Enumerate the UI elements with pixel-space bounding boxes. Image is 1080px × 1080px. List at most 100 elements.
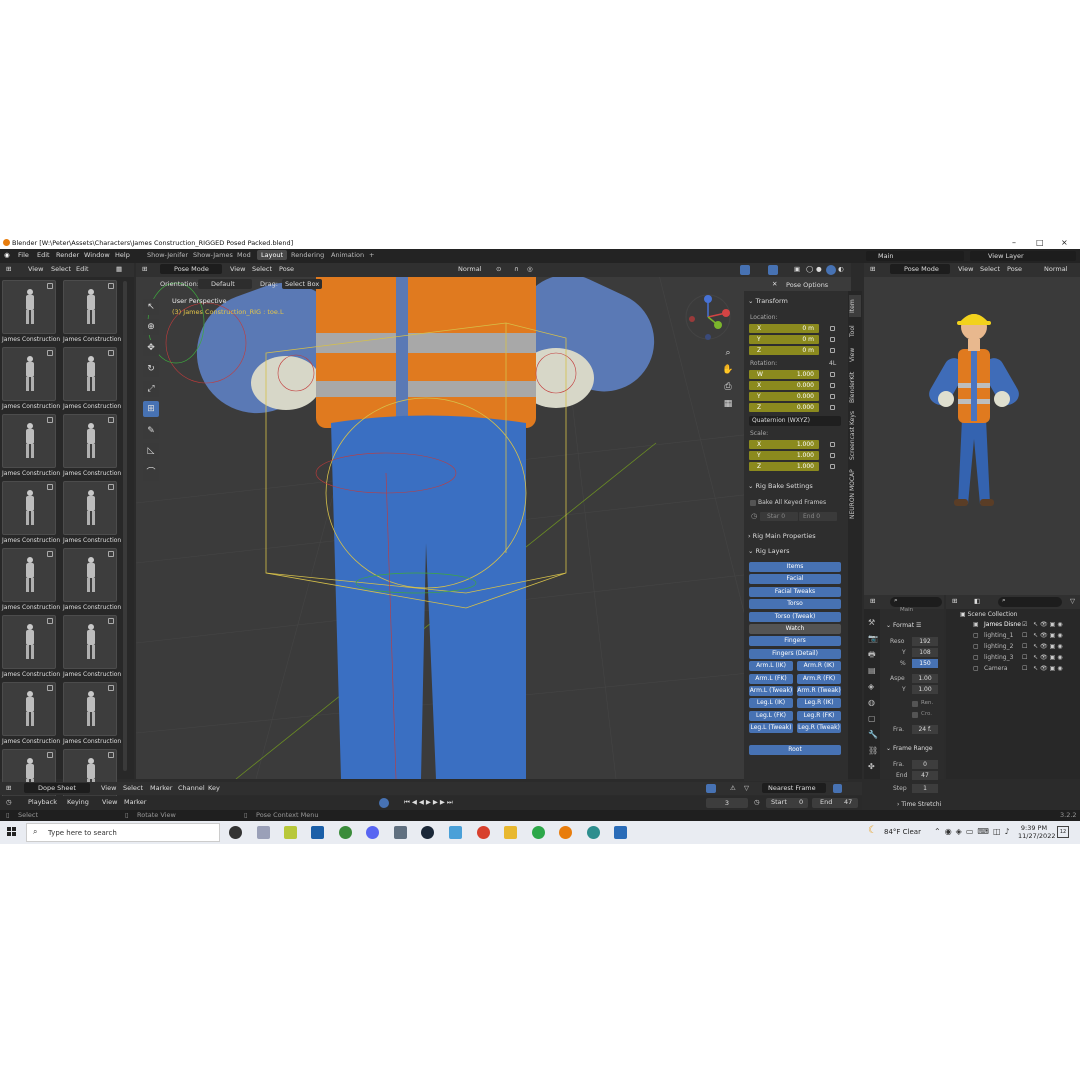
current-frame-field[interactable]: 3	[706, 798, 748, 808]
edit-icon[interactable]	[108, 618, 114, 624]
lock-icon[interactable]	[830, 372, 835, 377]
tab-screencast-keys[interactable]: Screencast Keys	[849, 409, 861, 463]
minimize-button[interactable]: –	[1012, 238, 1016, 247]
preview-editor-icon[interactable]: ⊞	[870, 265, 875, 273]
rotation-mode-dropdown[interactable]: Quaternion (WXYZ)	[749, 416, 841, 426]
preview-menu-select[interactable]: Select	[980, 265, 1000, 273]
location-z-field[interactable]: Z 0 m	[749, 346, 819, 355]
edit-icon[interactable]	[47, 551, 53, 557]
layer-toggle-button[interactable]: Leg.L (FK)	[749, 710, 793, 721]
xray-icon[interactable]: ▣	[794, 265, 800, 273]
layer-toggle-button[interactable]: Arm.R (IK)	[797, 661, 841, 672]
scale-tool-icon[interactable]: ⤢	[143, 381, 159, 397]
view-layer-tab-icon[interactable]: ▤	[868, 663, 878, 679]
output-tab-icon[interactable]: 🖶	[868, 647, 878, 663]
asset-thumbnail[interactable]	[63, 682, 117, 736]
warning-icon[interactable]: ⚠	[730, 784, 736, 792]
preview-shading[interactable]: Normal	[1044, 265, 1068, 273]
viewport-editor-icon[interactable]: ⊞	[142, 265, 147, 273]
task-app-icon-1[interactable]	[229, 826, 242, 839]
layer-toggle-button[interactable]: Leg.L (Tweak)	[749, 723, 793, 734]
snap-icon[interactable]: ∩	[514, 265, 519, 273]
chrome-icon[interactable]	[477, 826, 490, 839]
shading-wire-icon[interactable]: ◯	[806, 265, 813, 273]
aspect-y-field[interactable]: 1.00	[912, 685, 938, 694]
modifier-tab-icon[interactable]: 🔧	[868, 727, 878, 743]
scale-z-field[interactable]: Z 1.000	[749, 462, 819, 471]
outliner-item[interactable]: Camera	[984, 665, 1008, 672]
layer-facialbutton[interactable]: Facial	[749, 574, 841, 585]
asset-menu-view[interactable]: View	[28, 265, 43, 273]
tab-mod[interactable]: Mod	[233, 250, 255, 260]
edit-icon[interactable]	[47, 350, 53, 356]
tab-view[interactable]: View	[849, 345, 861, 365]
layer-toggle-button[interactable]: Leg.L (IK)	[749, 698, 793, 709]
pivot-icon[interactable]: ⊙	[496, 265, 501, 273]
menu-window[interactable]: Window	[84, 251, 110, 259]
asset-thumbnail[interactable]	[63, 481, 117, 535]
ortho-grid-icon[interactable]: ▦	[722, 396, 734, 413]
ds-menu-key[interactable]: Key	[208, 784, 220, 792]
scale-x-field[interactable]: X 1.000	[749, 440, 819, 449]
annotate-tool-icon[interactable]: ✎	[143, 423, 159, 439]
tl-menu-marker[interactable]: Marker	[124, 798, 146, 806]
asset-thumbnail[interactable]	[63, 615, 117, 669]
rig-main-header[interactable]: › Rig Main Properties	[748, 532, 816, 540]
frame-end-field[interactable]: 47	[912, 771, 938, 780]
overlay-toggle-icon[interactable]	[768, 265, 778, 275]
windows-start-icon[interactable]	[7, 827, 17, 837]
bone-roll-tool-icon[interactable]: ⌒	[143, 465, 159, 481]
blender-menu-icon[interactable]: ◉	[4, 251, 10, 259]
outliner-editor-icon[interactable]: ⊞	[952, 597, 957, 605]
auto-key-icon[interactable]	[379, 798, 389, 808]
asset-thumbnail[interactable]	[63, 347, 117, 401]
visibility-toggles[interactable]: ↖👁▣◉	[1033, 621, 1065, 628]
playback-controls[interactable]: ⏮◀◀▶▶▶⏭	[404, 798, 455, 807]
cursor-tool-icon[interactable]: ⊕	[143, 319, 159, 335]
visibility-toggles[interactable]: ↖👁▣◉	[1033, 665, 1065, 672]
notification-icon[interactable]: 12	[1057, 826, 1069, 838]
exclude-checkbox[interactable]: ☐	[1022, 632, 1027, 639]
task-app-icon-4[interactable]	[311, 826, 324, 839]
rotation-mode-short[interactable]: 4L	[829, 360, 836, 367]
editor-type-icon[interactable]: ⊞	[6, 265, 11, 273]
asset-menu-edit[interactable]: Edit	[76, 265, 89, 273]
timeline-editor-icon[interactable]: ◷	[6, 798, 12, 806]
lock-icon[interactable]	[830, 405, 835, 410]
exclude-checkbox[interactable]: ☐	[1022, 665, 1027, 672]
render-tab-icon[interactable]: 📷	[868, 631, 878, 647]
bake-all-checkbox[interactable]	[750, 500, 756, 506]
lock-icon[interactable]	[830, 383, 835, 388]
layer-toggle-button[interactable]: Arm.R (FK)	[797, 673, 841, 684]
visibility-toggles[interactable]: ↖👁▣◉	[1033, 632, 1065, 639]
visibility-toggles[interactable]: ↖👁▣◉	[1033, 643, 1065, 650]
pan-hand-icon[interactable]: ✋	[722, 362, 734, 379]
asset-thumbnail[interactable]	[2, 414, 56, 468]
edit-icon[interactable]	[47, 484, 53, 490]
edit-icon[interactable]	[47, 685, 53, 691]
tab-show-jenifer[interactable]: Show-Jenifer	[143, 250, 192, 260]
taskbar-search-box[interactable]: ⌕ Type here to search	[26, 823, 220, 842]
scene-selector[interactable]: Main	[866, 251, 964, 261]
scale-y-field[interactable]: Y 1.000	[749, 451, 819, 460]
menu-file[interactable]: File	[18, 251, 29, 259]
file-explorer-icon[interactable]	[504, 826, 517, 839]
tab-show-james[interactable]: Show-James	[189, 250, 237, 260]
preview-menu-pose[interactable]: Pose	[1007, 265, 1022, 273]
camera-view-icon[interactable]: ⎙	[722, 379, 734, 396]
tool-tab-icon[interactable]: ⚒	[868, 615, 878, 631]
render-region-checkbox[interactable]	[912, 701, 918, 707]
lock-icon[interactable]	[830, 337, 835, 342]
asset-thumbnail[interactable]	[2, 548, 56, 602]
transform-header[interactable]: ⌄ Transform	[748, 297, 788, 305]
layer-fingers-detail-button[interactable]: Fingers (Detail)	[749, 648, 841, 659]
exclude-checkbox[interactable]: ☑	[1022, 621, 1027, 628]
edit-icon[interactable]	[108, 484, 114, 490]
layer-torso-tweak-button[interactable]: Torso (Tweak)	[749, 611, 841, 622]
rotation-y-field[interactable]: Y 0.000	[749, 392, 819, 401]
rotation-w-field[interactable]: W 1.000	[749, 370, 819, 379]
proportional-icon[interactable]: ◎	[527, 265, 533, 273]
frame-step-field[interactable]: 1	[912, 784, 938, 793]
task-app-icon-14[interactable]	[587, 826, 600, 839]
tab-animation[interactable]: Animation	[327, 250, 368, 260]
